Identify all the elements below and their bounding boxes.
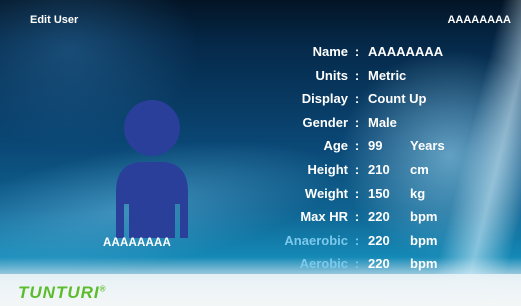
field-value[interactable]: Metric [366, 68, 406, 83]
field-label: Height [307, 161, 348, 177]
field-label: Gender [302, 114, 348, 130]
field-separator: : [354, 44, 360, 59]
avatar-body [116, 162, 188, 238]
field-label: Aerobic [299, 256, 348, 272]
brand-logo: TUNTURI® [18, 283, 107, 303]
field-unit: kg [410, 185, 426, 201]
field-separator: : [354, 256, 360, 272]
field-unit: bpm [410, 232, 438, 248]
avatar-head [124, 100, 180, 156]
field-separator: : [354, 232, 360, 248]
field-separator: : [354, 209, 360, 225]
field-unit: cm [410, 161, 429, 177]
field-row-name[interactable]: Name: AAAAAAAA [248, 44, 518, 68]
field-value[interactable]: 220 [366, 209, 404, 224]
field-unit: bpm [410, 209, 438, 225]
brand-logo-text: TUNTURI [18, 283, 100, 302]
field-separator: : [354, 67, 360, 83]
user-avatar-icon[interactable] [112, 100, 192, 240]
edit-user-screen: Edit User AAAAAAAA AAAAAAAA Name: AAAAAAA… [0, 0, 521, 306]
field-separator: : [354, 185, 360, 201]
field-separator: : [354, 161, 360, 177]
field-value[interactable]: 220 [366, 233, 404, 248]
field-unit: Years [410, 138, 445, 154]
user-fields: Name: AAAAAAAA Units: Metric Display: Count U… [248, 44, 518, 280]
avatar-user-name: AAAAAAAA [103, 237, 172, 249]
field-label: Display [301, 91, 348, 107]
field-separator: : [354, 138, 360, 154]
field-label: Weight [304, 185, 348, 201]
field-label: Name [312, 44, 348, 59]
field-row-height[interactable]: Height:210 cm [248, 162, 518, 186]
field-label: Age [323, 138, 348, 154]
field-row-units[interactable]: Units: Metric [248, 68, 518, 92]
field-label: Units [315, 67, 349, 83]
field-row-max-hr[interactable]: Max HR:220 bpm [248, 209, 518, 233]
field-label: Anaerobic [284, 232, 348, 248]
field-row-gender[interactable]: Gender: Male [248, 115, 518, 139]
field-value[interactable]: Count Up [366, 91, 426, 106]
field-value[interactable]: 99 [366, 138, 404, 153]
field-row-anaerobic[interactable]: Anaerobic:220 bpm [248, 233, 518, 257]
field-unit: bpm [410, 256, 438, 272]
current-user-name: AAAAAAAA [447, 14, 511, 26]
field-value[interactable]: 150 [366, 186, 404, 201]
field-value[interactable]: AAAAAAAA [366, 44, 443, 59]
field-label: Max HR [300, 209, 348, 225]
page-title: Edit User [30, 14, 79, 26]
field-row-age[interactable]: Age:99 Years [248, 138, 518, 162]
field-value[interactable]: 220 [366, 256, 404, 271]
field-row-weight[interactable]: Weight:150 kg [248, 186, 518, 210]
field-value[interactable]: Male [366, 115, 397, 130]
field-row-aerobic[interactable]: Aerobic:220 bpm [248, 256, 518, 280]
brand-logo-registered-mark: ® [99, 284, 107, 294]
field-value[interactable]: 210 [366, 162, 404, 177]
field-row-display[interactable]: Display: Count Up [248, 91, 518, 115]
field-separator: : [354, 114, 360, 130]
field-separator: : [354, 91, 360, 107]
